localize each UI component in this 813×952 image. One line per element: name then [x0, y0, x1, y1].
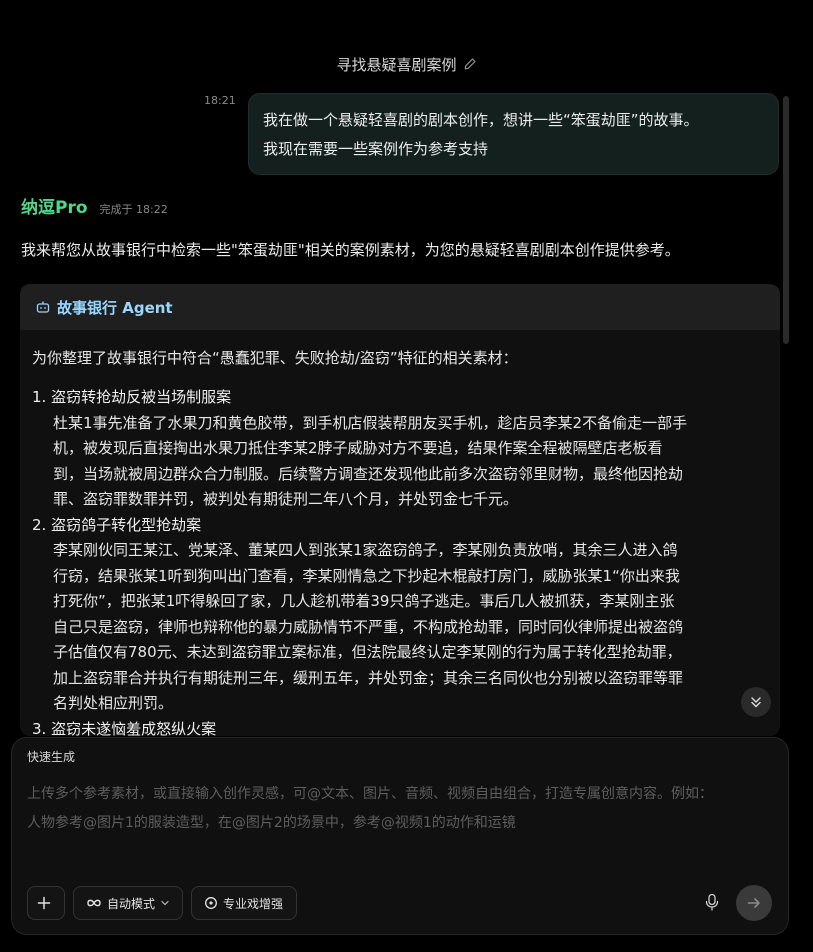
send-button[interactable]: [736, 885, 772, 921]
case-item: 1. 盗窃转抢劫反被当场制服案 杜某1事先准备了水果刀和黄色胶带，到手机店假装帮…: [32, 385, 768, 513]
conversation-title-bar: 寻找悬疑喜剧案例: [0, 50, 813, 78]
composer: 快速生成 上传多个参考素材，或直接输入创作灵感，可@文本、图片、音频、视频自由组…: [11, 737, 789, 935]
user-message-line: 我现在需要一些案例作为参考支持: [263, 140, 489, 158]
case-text: 名判处相应刑罚。: [53, 694, 174, 712]
auto-mode-dropdown[interactable]: 自动模式: [73, 886, 183, 920]
enhance-toggle-button[interactable]: 专业戏增强: [191, 886, 297, 920]
case-text: 打死你”，把张某1吓得躲回了家，几人趁机带着39只鸽子逃走。事后几人被抓获，李某…: [53, 592, 675, 610]
conversation-title[interactable]: 寻找悬疑喜剧案例: [336, 54, 456, 75]
case-text: 罪、盗窃罪数罪并罚，被判处有期徒刑二年八个月，并处罚金七千元。: [53, 490, 519, 508]
agent-card-title: 故事银行 Agent: [57, 298, 173, 317]
user-message-bubble: 我在做一个悬疑轻喜剧的剧本创作，想讲一些“笨蛋劫匪”的故事。 我现在需要一些案例…: [248, 93, 779, 175]
case-item: 2. 盗窃鸽子转化型抢劫案 李某刚伙同王某江、党某泽、董某四人到张某1家盗窃鸽子…: [32, 513, 768, 717]
edit-pencil-icon[interactable]: [463, 57, 477, 71]
agent-result-card: 故事银行 Agent 为你整理了故事银行中符合“愚蠢犯罪、失败抢劫/盗窃”特征的…: [20, 284, 780, 736]
infinity-icon: [87, 899, 101, 907]
case-text: 到，当场就被周边群众合力制服。后续警方调查还发现他此前多次盗窃邻里财物，最终他因…: [53, 464, 684, 483]
plus-icon: [37, 896, 50, 910]
auto-mode-label: 自动模式: [107, 896, 156, 911]
case-title: 3. 盗窃未遂恼羞成怒纵火案: [32, 719, 217, 737]
placeholder-line: 人物参考@图片1的服装造型，在@图片2的场景中，参考@视频1的动作和运镜: [27, 815, 516, 831]
agent-card-body: 为你整理了故事银行中符合“愚蠢犯罪、失败抢劫/盗窃”特征的相关素材： 1. 盗窃…: [20, 330, 780, 736]
placeholder-line: 上传多个参考素材，或直接输入创作灵感，可@文本、图片、音频、视频自由组合，打造专…: [27, 786, 713, 802]
case-item: 3. 盗窃未遂恼羞成怒纵火案: [32, 717, 768, 737]
case-text: 杜某1事先准备了水果刀和黄色胶带，到手机店假装帮朋友买手机，趁店员李某2不备偷走…: [53, 413, 688, 432]
microphone-button[interactable]: [701, 891, 723, 913]
enhance-icon: [205, 897, 217, 909]
chevron-down-icon: [161, 900, 169, 906]
user-message-line: 我在做一个悬疑轻喜剧的剧本创作，想讲一些“笨蛋劫匪”的故事。: [263, 111, 699, 129]
case-text: 行窃，结果张某1听到狗叫出门查看，李某刚情急之下抄起木棍敲打房门，威胁张某1“你…: [53, 566, 680, 585]
enhance-label: 专业戏增强: [223, 896, 284, 911]
case-title: 2. 盗窃鸽子转化型抢劫案: [32, 515, 202, 534]
robot-icon: [36, 301, 50, 313]
agent-card-intro: 为你整理了故事银行中符合“愚蠢犯罪、失败抢劫/盗窃”特征的相关素材：: [32, 349, 518, 367]
double-chevron-down-icon: [751, 697, 761, 708]
scroll-to-bottom-button[interactable]: [741, 687, 771, 717]
bot-name: 纳逗Pro: [21, 198, 88, 218]
chat-scrollbar[interactable]: [783, 96, 789, 344]
bot-status: 完成于 18:22: [99, 203, 168, 216]
bot-intro-text: 我来帮您从故事银行中检索一些"笨蛋劫匪"相关的案例素材，为您的悬疑轻喜剧剧本创作…: [21, 241, 680, 259]
case-title: 1. 盗窃转抢劫反被当场制服案: [32, 388, 232, 406]
microphone-icon: [705, 893, 719, 911]
case-text: 自己只是盗窃，律师也辩称他的暴力威胁情节不严重，不构成抢劫罪，同时同伙律师提出被…: [53, 617, 684, 636]
case-text: 机，被发现后直接掏出水果刀抵住李某2脖子威胁对方不要追，结果作案全程被隔壁店老板…: [53, 439, 663, 457]
composer-input[interactable]: 上传多个参考素材，或直接输入创作灵感，可@文本、图片、音频、视频自由组合，打造专…: [27, 780, 767, 838]
user-message-time: 18:21: [204, 94, 236, 107]
bot-header: 纳逗Pro 完成于 18:22: [21, 193, 168, 218]
add-attachment-button[interactable]: [27, 886, 65, 920]
case-text: 子估值仅有780元、未达到盗窃罪立案标准，但法院最终认定李某刚的行为属于转化型抢…: [53, 643, 682, 661]
arrow-right-icon: [747, 898, 760, 908]
case-text: 加上盗窃罪合并执行有期徒刑三年，缓刑五年，并处罚金；其余三名同伙也分别被以盗窃罪…: [53, 668, 684, 687]
agent-card-header[interactable]: 故事银行 Agent: [20, 284, 780, 330]
composer-mode-label: 快速生成: [27, 750, 76, 764]
case-text: 李某刚伙同王某江、党某泽、董某四人到张某1家盗窃鸽子，李某刚负责放哨，其余三人进…: [53, 541, 678, 559]
